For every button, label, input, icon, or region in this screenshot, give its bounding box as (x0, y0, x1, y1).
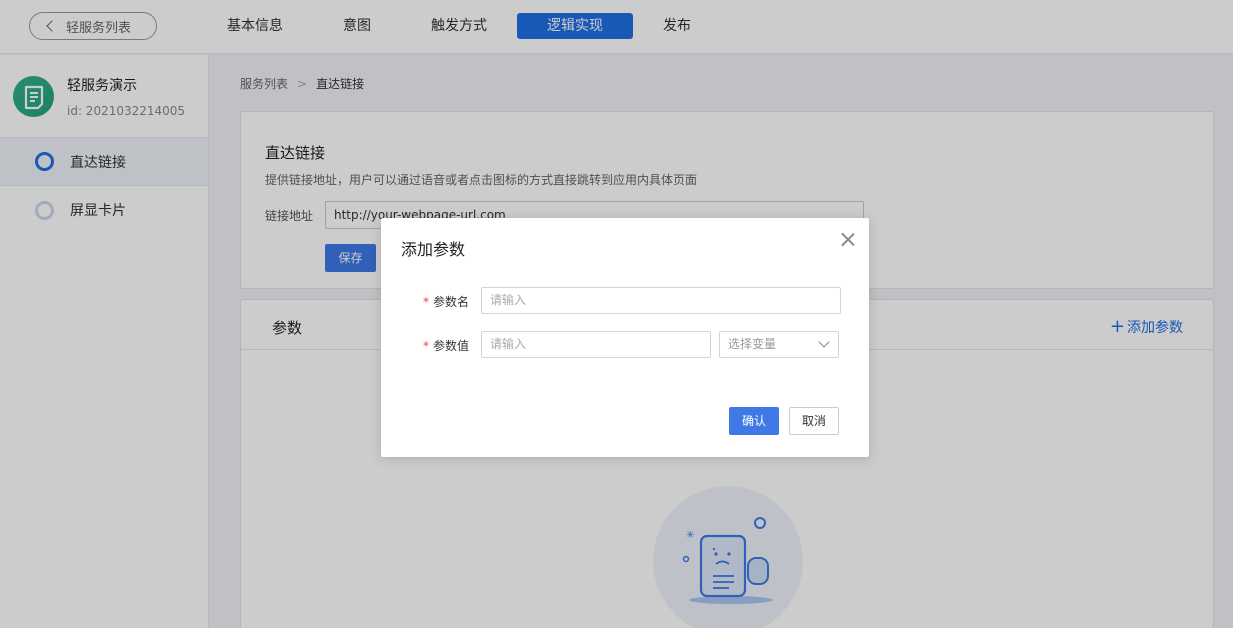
variable-select[interactable]: 选择变量 (719, 331, 839, 358)
dialog-title: 添加参数 (401, 240, 466, 259)
required-mark: * (423, 295, 429, 309)
add-param-dialog: 添加参数 * 参数名 请输入 * 参数值 请输入 选择变量 确认 取消 (381, 218, 869, 457)
required-mark: * (423, 339, 429, 353)
param-value-input[interactable]: 请输入 (481, 331, 711, 358)
param-value-label: * 参数值 (423, 339, 470, 353)
param-name-label: * 参数名 (423, 295, 470, 309)
close-icon[interactable] (841, 232, 855, 246)
cancel-button[interactable]: 取消 (789, 407, 839, 435)
variable-select-value: 选择变量 (728, 337, 777, 351)
chevron-down-icon (818, 336, 830, 348)
confirm-button[interactable]: 确认 (729, 407, 779, 435)
param-name-input[interactable]: 请输入 (481, 287, 841, 314)
